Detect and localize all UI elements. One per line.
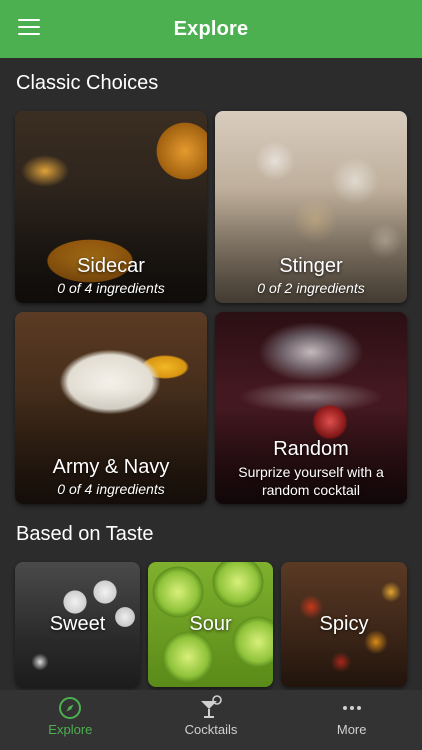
ingredients-count: 0 of 4 ingredients	[57, 481, 165, 497]
bottom-navigation: Explore Cocktails More	[0, 690, 422, 750]
card-title: Sidecar	[77, 255, 145, 277]
cocktail-card-sidecar[interactable]: Sidecar 0 of 4 ingredients	[15, 111, 207, 303]
cocktail-glass-icon	[198, 695, 224, 721]
section-title-taste: Based on Taste	[16, 523, 154, 545]
tab-cocktails[interactable]: Cocktails	[141, 690, 282, 750]
taste-card-sweet[interactable]: Sweet	[15, 562, 140, 687]
card-title: Sweet	[49, 613, 106, 635]
ingredients-count: 0 of 2 ingredients	[257, 280, 365, 296]
taste-card-sour[interactable]: Sour	[148, 562, 273, 687]
more-dots-icon	[339, 695, 365, 721]
card-title: Sour	[189, 613, 232, 635]
tab-more[interactable]: More	[281, 690, 422, 750]
compass-icon	[57, 695, 83, 721]
cocktail-card-army-navy[interactable]: Army & Navy 0 of 4 ingredients	[15, 312, 207, 504]
card-title: Random	[273, 438, 349, 460]
tab-label: Cocktails	[184, 722, 238, 737]
card-title: Stinger	[279, 255, 343, 277]
cocktail-card-stinger[interactable]: Stinger 0 of 2 ingredients	[215, 111, 407, 303]
app-bar: Explore	[0, 0, 422, 58]
tab-explore[interactable]: Explore	[0, 690, 141, 750]
card-title: Army & Navy	[52, 456, 170, 478]
random-description: Surprize yourself with a random cocktail	[238, 464, 384, 498]
tab-label: More	[336, 722, 367, 737]
section-title-classic: Classic Choices	[16, 72, 159, 94]
hamburger-menu-icon[interactable]	[18, 19, 40, 39]
taste-card-spicy[interactable]: Spicy	[281, 562, 407, 687]
cocktail-card-random[interactable]: Random Surprize yourself with a random c…	[215, 312, 407, 504]
card-title: Spicy	[319, 613, 369, 635]
tab-label: Explore	[48, 722, 93, 737]
page-title: Explore	[173, 17, 249, 40]
ingredients-count: 0 of 4 ingredients	[57, 280, 165, 296]
